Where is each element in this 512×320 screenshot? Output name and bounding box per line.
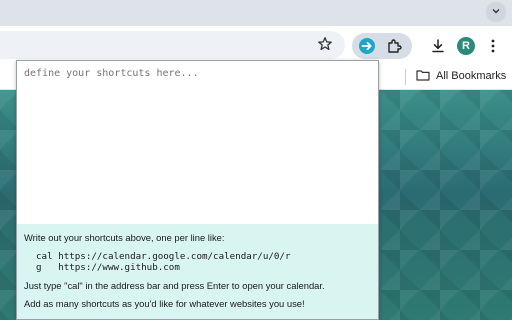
example-row: g https://www.github.com [36,262,371,273]
example-shortcut: cal [36,250,53,262]
example-row: cal https://calendar.google.com/calendar… [36,251,371,262]
shortcuts-textarea[interactable] [17,61,378,224]
three-dots-menu-icon[interactable] [486,36,500,56]
shortcut-examples: cal https://calendar.google.com/calendar… [36,251,371,273]
download-icon[interactable] [428,36,448,56]
extension-popup: Write out your shortcuts above, one per … [16,60,379,320]
help-more-text: Add as many shortcuts as you'd like for … [24,297,305,309]
browser-toolbar: R [0,26,512,62]
example-url: https://calendar.google.com/calendar/u/0… [58,250,291,262]
goto-extension-icon[interactable] [356,35,378,57]
help-usage-text: Just type "cal" in the address bar and p… [24,280,325,292]
all-bookmarks-button[interactable]: All Bookmarks [416,67,506,85]
all-bookmarks-label: All Bookmarks [436,70,507,82]
help-panel: Write out your shortcuts above, one per … [17,224,378,319]
star-icon[interactable] [316,35,334,53]
tab-strip [0,0,512,26]
example-url: https://www.github.com [58,261,180,273]
help-intro-text: Write out your shortcuts above, one per … [24,232,225,243]
folder-icon [416,69,430,84]
tab-search-button[interactable] [486,2,506,22]
avatar-initial: R [462,40,470,52]
example-shortcut: g [36,261,42,273]
avatar[interactable]: R [457,37,475,55]
bookmarks-separator [405,69,406,85]
puzzle-icon[interactable] [384,36,404,56]
chevron-down-icon [491,3,501,21]
address-bar[interactable] [0,31,345,59]
